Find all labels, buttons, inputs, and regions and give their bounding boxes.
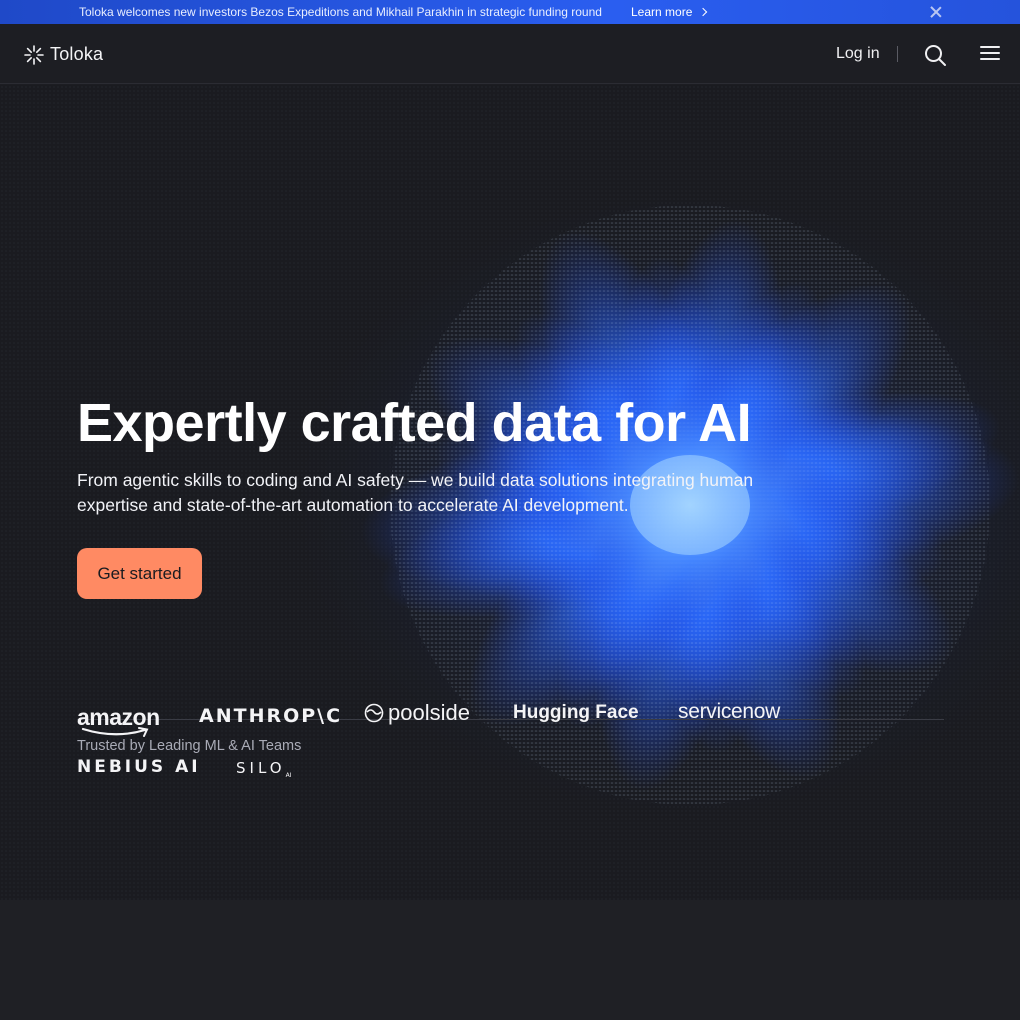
toloka-logo[interactable]: Toloka — [24, 44, 103, 65]
trusted-by-label: Trusted by Leading ML & AI Teams — [77, 738, 302, 754]
amazon-smile-icon — [81, 727, 149, 737]
nebius-logo: NEBIUS AI — [77, 757, 201, 777]
silo-logo-suffix: AI — [285, 772, 292, 779]
silo-logo: SILOAI — [236, 759, 291, 779]
hero-section: Expertly crafted data for AI From agenti… — [0, 85, 1020, 900]
learn-more-link[interactable]: Learn more — [631, 5, 708, 19]
top-navigation: Toloka Log in — [0, 24, 1020, 84]
anthropic-logo: ANTHROP\C — [199, 705, 343, 727]
hero-subtitle: From agentic skills to coding and AI saf… — [77, 470, 754, 515]
chevron-right-icon — [699, 7, 708, 17]
hamburger-menu-icon[interactable] — [980, 46, 1000, 62]
poolside-logo: poolside — [364, 700, 470, 726]
nav-divider — [897, 46, 898, 62]
get-started-button[interactable]: Get started — [77, 548, 202, 599]
poolside-icon — [364, 703, 384, 723]
toloka-logo-icon — [24, 44, 44, 65]
silo-logo-text: SILO — [236, 759, 286, 777]
next-section — [0, 900, 1020, 1020]
hero-title: Expertly crafted data for AI — [77, 393, 752, 453]
announcement-bar: Toloka welcomes new investors Bezos Expe… — [0, 0, 1020, 24]
servicenow-logo: servicenow — [678, 700, 781, 723]
close-icon[interactable] — [929, 5, 943, 19]
amazon-logo: amazon — [77, 704, 160, 737]
announcement-message: Toloka welcomes new investors Bezos Expe… — [79, 5, 602, 19]
brand-name: Toloka — [50, 44, 104, 64]
learn-more-label: Learn more — [631, 5, 693, 19]
hugging-face-logo: Hugging Face — [513, 702, 639, 723]
poolside-logo-text: poolside — [388, 700, 470, 725]
login-link[interactable]: Log in — [836, 45, 880, 63]
search-icon[interactable] — [923, 43, 947, 67]
